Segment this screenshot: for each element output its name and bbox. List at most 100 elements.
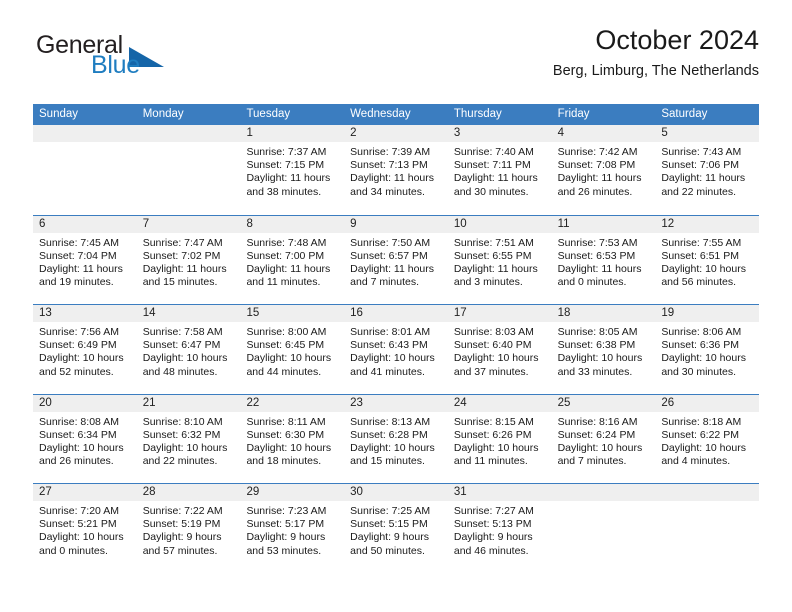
day-details: Sunrise: 7:23 AM Sunset: 5:17 PM Daylight:… (240, 501, 344, 558)
day-cell[interactable]: 12 Sunrise: 7:55 AM Sunset: 6:51 PM Dayligh… (655, 215, 760, 304)
date-band: 15 (240, 305, 345, 322)
sunset-text: Sunset: 5:19 PM (142, 518, 221, 531)
sunrise-text: Sunrise: 8:01 AM (350, 326, 431, 338)
date-band (655, 484, 760, 501)
sunrise-text: Sunrise: 7:50 AM (350, 236, 431, 249)
day-cell[interactable]: 13 Sunrise: 7:56 AM Sunset: 6:49 PM Dayligh… (33, 305, 137, 394)
day-details: Sunrise: 7:43 AM Sunset: 7:06 PM Daylight:… (655, 142, 759, 199)
day-details: Sunrise: 7:51 AM Sunset: 6:55 PM Daylight:… (448, 233, 552, 290)
sunset-text: Sunset: 7:13 PM (350, 159, 428, 172)
day-cell[interactable]: 20 Sunrise: 8:08 AM Sunset: 6:34 PM Dayligh… (33, 394, 137, 483)
sunrise-text: Sunrise: 7:39 AM (350, 146, 431, 158)
day-cell[interactable]: 4 Sunrise: 7:42 AM Sunset: 7:08 PM Daylight… (551, 125, 656, 215)
date-band: 13 (33, 305, 137, 322)
sunrise-text: Sunrise: 8:18 AM (661, 415, 742, 428)
sunset-text: Sunset: 7:02 PM (142, 249, 221, 262)
date-number: 26 (661, 396, 675, 409)
date-number: 13 (39, 307, 52, 319)
day-details: Sunrise: 8:05 AM Sunset: 6:38 PM Daylight:… (552, 322, 656, 379)
sunrise-text: Sunrise: 8:05 AM (557, 326, 638, 338)
date-band (551, 484, 656, 501)
day-cell[interactable]: 26 Sunrise: 8:18 AM Sunset: 6:22 PM Dayligh… (655, 394, 760, 483)
sunrise-text: Sunrise: 7:23 AM (246, 505, 327, 517)
sunrise-text: Sunrise: 8:10 AM (142, 415, 223, 428)
date-band: 8 (240, 215, 345, 233)
sunset-text: Sunset: 7:04 PM (39, 249, 117, 262)
date-band: 29 (240, 484, 345, 501)
sunset-text: Sunset: 7:00 PM (246, 249, 325, 262)
day-cell[interactable]: 14 Sunrise: 7:58 AM Sunset: 6:47 PM Dayligh… (136, 305, 241, 394)
day-details: Sunrise: 7:53 AM Sunset: 6:53 PM Daylight:… (552, 233, 656, 290)
weekday-header-tuesday: Tuesday (246, 108, 291, 120)
date-band: 28 (136, 484, 241, 501)
sunset-text: Sunset: 5:17 PM (246, 518, 325, 531)
date-band: 1 (240, 125, 345, 142)
daylight-text: Daylight: 10 hours and 56 minutes. (661, 262, 746, 289)
logo-text-blue: Blue (91, 51, 140, 79)
day-cell[interactable]: 9 Sunrise: 7:50 AM Sunset: 6:57 PM Daylight… (344, 215, 448, 304)
day-cell[interactable]: 17 Sunrise: 8:03 AM Sunset: 6:40 PM Dayligh… (447, 305, 552, 394)
day-details: Sunrise: 7:50 AM Sunset: 6:57 PM Daylight:… (344, 233, 448, 290)
daylight-text: Daylight: 10 hours and 22 minutes. (142, 441, 228, 468)
day-cell[interactable]: 31 Sunrise: 7:27 AM Sunset: 5:13 PM Dayligh… (447, 484, 552, 573)
date-band (136, 125, 241, 142)
date-number: 21 (142, 396, 156, 409)
day-details: Sunrise: 8:06 AM Sunset: 6:36 PM Daylight:… (655, 322, 759, 379)
day-cell[interactable]: 19 Sunrise: 8:06 AM Sunset: 6:36 PM Dayligh… (655, 305, 760, 394)
day-details: Sunrise: 7:48 AM Sunset: 7:00 PM Daylight:… (240, 233, 344, 290)
day-cell[interactable]: 3 Sunrise: 7:40 AM Sunset: 7:11 PM Daylight… (447, 125, 552, 215)
day-cell[interactable]: 11 Sunrise: 7:53 AM Sunset: 6:53 PM Dayligh… (551, 215, 656, 304)
day-cell[interactable]: 24 Sunrise: 8:15 AM Sunset: 6:26 PM Dayligh… (447, 394, 552, 483)
date-number: 22 (246, 396, 260, 409)
day-cell[interactable]: 6 Sunrise: 7:45 AM Sunset: 7:04 PM Daylight… (33, 215, 137, 304)
page-title: October 2024 (595, 25, 759, 55)
day-cell[interactable]: 15 Sunrise: 8:00 AM Sunset: 6:45 PM Dayligh… (240, 305, 345, 394)
daylight-text: Daylight: 9 hours and 50 minutes. (350, 531, 429, 557)
sunrise-text: Sunrise: 7:43 AM (661, 146, 742, 158)
date-number: 15 (246, 307, 260, 319)
day-details: Sunrise: 8:11 AM Sunset: 6:30 PM Daylight:… (240, 412, 344, 469)
calendar-page: General Blue October 2024 Berg, Limburg,… (0, 0, 792, 612)
day-cell[interactable]: 1 Sunrise: 7:37 AM Sunset: 7:15 PM Daylight… (240, 125, 345, 215)
day-cell[interactable]: 23 Sunrise: 8:13 AM Sunset: 6:28 PM Dayligh… (344, 394, 448, 483)
date-band: 14 (136, 305, 241, 322)
sunrise-text: Sunrise: 7:47 AM (142, 236, 223, 249)
day-cell[interactable]: 25 Sunrise: 8:16 AM Sunset: 6:24 PM Dayligh… (551, 394, 656, 483)
date-band: 11 (551, 215, 656, 233)
daylight-text: Daylight: 11 hours and 22 minutes. (661, 172, 746, 198)
day-cell[interactable]: 8 Sunrise: 7:48 AM Sunset: 7:00 PM Daylight… (240, 215, 345, 304)
daylight-text: Daylight: 11 hours and 7 minutes. (350, 262, 435, 289)
day-cell[interactable]: 28 Sunrise: 7:22 AM Sunset: 5:19 PM Dayligh… (136, 484, 241, 573)
day-cell[interactable]: 30 Sunrise: 7:25 AM Sunset: 5:15 PM Dayligh… (344, 484, 448, 573)
page-subtitle: Berg, Limburg, The Netherlands (552, 63, 759, 79)
daylight-text: Daylight: 11 hours and 19 minutes. (39, 262, 123, 289)
daylight-text: Daylight: 10 hours and 37 minutes. (453, 352, 539, 378)
day-cell[interactable]: 27 Sunrise: 7:20 AM Sunset: 5:21 PM Dayligh… (33, 484, 137, 573)
day-cell[interactable]: 16 Sunrise: 8:01 AM Sunset: 6:43 PM Dayligh… (344, 305, 448, 394)
sunset-text: Sunset: 7:06 PM (661, 159, 739, 172)
weekday-header-thursday: Thursday (453, 108, 502, 120)
sunset-text: Sunset: 6:38 PM (557, 339, 636, 352)
day-cell[interactable]: 29 Sunrise: 7:23 AM Sunset: 5:17 PM Dayligh… (240, 484, 345, 573)
day-cell-empty (33, 125, 137, 215)
sunset-text: Sunset: 6:22 PM (661, 428, 739, 441)
date-band: 30 (344, 484, 448, 501)
date-number: 11 (557, 217, 570, 230)
sunrise-text: Sunrise: 7:51 AM (453, 236, 534, 249)
sunset-text: Sunset: 5:21 PM (39, 518, 117, 531)
date-number: 3 (453, 127, 461, 139)
daylight-text: Daylight: 10 hours and 0 minutes. (39, 531, 124, 557)
day-cell[interactable]: 10 Sunrise: 7:51 AM Sunset: 6:55 PM Dayligh… (447, 215, 552, 304)
day-cell[interactable]: 5 Sunrise: 7:43 AM Sunset: 7:06 PM Daylight… (655, 125, 760, 215)
day-cell[interactable]: 18 Sunrise: 8:05 AM Sunset: 6:38 PM Dayligh… (551, 305, 656, 394)
daylight-text: Daylight: 11 hours and 11 minutes. (246, 262, 331, 289)
daylight-text: Daylight: 11 hours and 26 minutes. (557, 172, 642, 198)
date-number: 7 (142, 217, 150, 230)
day-cell[interactable]: 2 Sunrise: 7:39 AM Sunset: 7:13 PM Daylight… (344, 125, 448, 215)
day-details: Sunrise: 7:27 AM Sunset: 5:13 PM Daylight:… (448, 501, 552, 558)
day-cell[interactable]: 7 Sunrise: 7:47 AM Sunset: 7:02 PM Daylight… (136, 215, 241, 304)
day-cell[interactable]: 22 Sunrise: 8:11 AM Sunset: 6:30 PM Dayligh… (240, 394, 345, 483)
date-number: 5 (661, 127, 668, 139)
sunset-text: Sunset: 5:15 PM (350, 518, 428, 531)
day-cell[interactable]: 21 Sunrise: 8:10 AM Sunset: 6:32 PM Dayligh… (136, 394, 241, 483)
